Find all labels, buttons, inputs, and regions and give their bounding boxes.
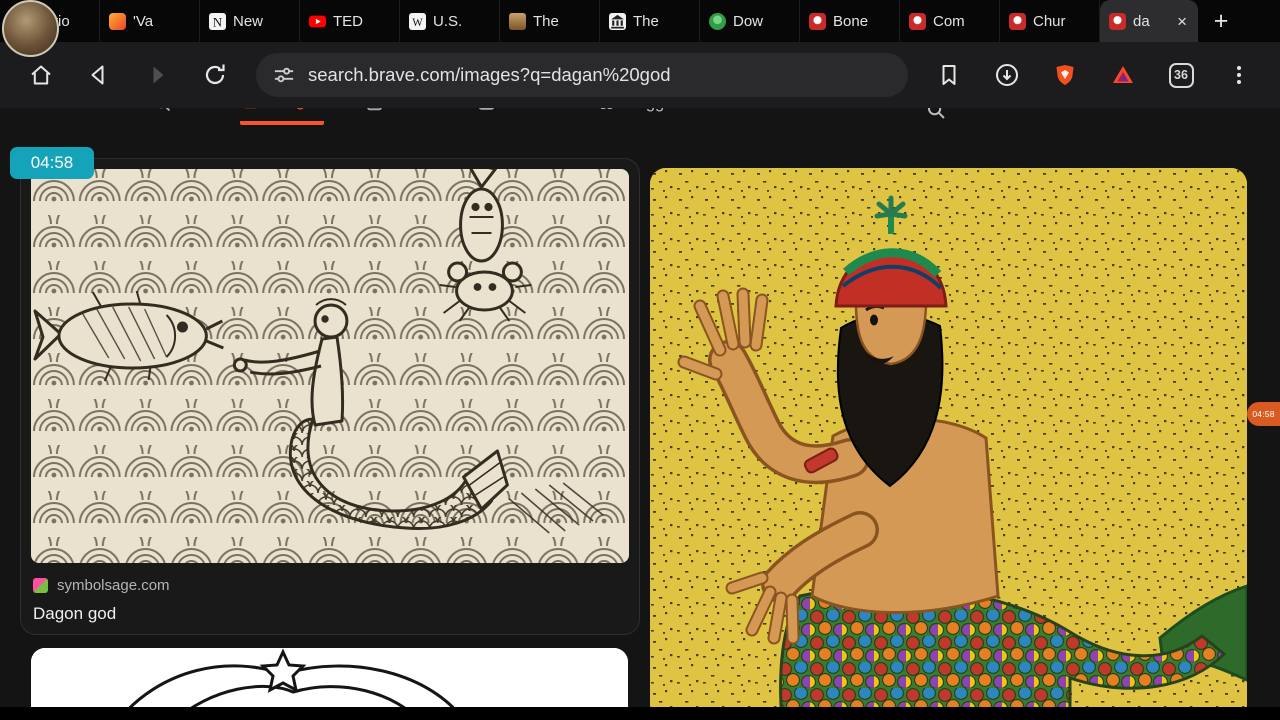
tab-label: Chur [1033, 12, 1066, 30]
tab-label: Com [933, 12, 965, 30]
youtube-favicon [309, 13, 326, 30]
result-card-footer: symbolsage.com Dagon god [33, 577, 627, 624]
tab-label: 'Va [133, 12, 154, 30]
tab-ted[interactable]: TED [300, 0, 400, 42]
reload-icon[interactable] [202, 62, 228, 88]
tab-label: Bone [833, 12, 869, 30]
tab-us[interactable]: W U.S. [400, 0, 500, 42]
tab-bone[interactable]: Bone [800, 0, 900, 42]
dagon-color-art [650, 168, 1247, 720]
bottom-black-bar [0, 707, 1280, 720]
recording-avatar [2, 0, 59, 57]
image-result-dagon-color[interactable] [650, 168, 1247, 720]
red-site-favicon [1109, 12, 1126, 30]
tab-label: U.S. [433, 12, 463, 30]
brave-rewards-icon[interactable] [1110, 62, 1136, 88]
result-source-row[interactable]: symbolsage.com [33, 577, 627, 594]
forward-icon[interactable] [144, 62, 170, 88]
tab-strip: Motio 'Va N New TED W U.S. The The Dow [0, 0, 1280, 42]
url-text: search.brave.com/images?q=dagan%20god [308, 64, 671, 85]
wikipedia-favicon: W [409, 12, 426, 30]
red-site-favicon [809, 12, 826, 30]
side-timer-badge: 04:58 [1247, 402, 1280, 426]
tab-label: New [233, 12, 264, 30]
green-site-favicon [709, 12, 726, 30]
bookmark-icon[interactable] [936, 62, 962, 88]
red-site-favicon [909, 12, 926, 30]
tab-va[interactable]: 'Va [100, 0, 200, 42]
browser-window: Motio 'Va N New TED W U.S. The The Dow [0, 0, 1280, 720]
tab-counter[interactable]: 36 [1168, 62, 1194, 88]
back-icon[interactable] [86, 62, 112, 88]
tune-icon [274, 67, 294, 83]
symbolsage-favicon [33, 578, 48, 593]
tab-label: da [1133, 12, 1150, 30]
new-tab-button[interactable]: + [1198, 0, 1244, 42]
tab-close-icon[interactable]: × [1175, 13, 1189, 30]
image-result-card-dagon[interactable]: symbolsage.com Dagon god [20, 158, 640, 635]
home-icon[interactable] [28, 62, 54, 88]
url-bar[interactable]: search.brave.com/images?q=dagan%20god [256, 53, 908, 97]
tab-com[interactable]: Com [900, 0, 1000, 42]
dagon-line-art [31, 169, 629, 563]
artwork-favicon [509, 12, 526, 30]
download-icon[interactable] [994, 62, 1020, 88]
tab-label: TED [333, 12, 363, 30]
tab-da-active[interactable]: da × [1100, 0, 1198, 42]
browser-toolbar: search.brave.com/images?q=dagan%20god 36 [0, 42, 1280, 108]
brave-shield-icon[interactable] [1052, 62, 1078, 88]
tab-label: Dow [733, 12, 764, 30]
tab-new[interactable]: N New [200, 0, 300, 42]
nyt-favicon: N [209, 12, 226, 30]
recording-timer-badge: 04:58 [10, 147, 94, 179]
museum-favicon [609, 12, 626, 30]
menu-icon[interactable] [1226, 62, 1252, 88]
result-source: symbolsage.com [57, 577, 170, 594]
tab-chur[interactable]: Chur [1000, 0, 1100, 42]
orange-site-favicon [109, 12, 126, 30]
tab-dow[interactable]: Dow [700, 0, 800, 42]
result-title[interactable]: Dagon god [33, 604, 627, 624]
tab-the-2[interactable]: The [600, 0, 700, 42]
tab-label: The [633, 12, 659, 30]
svg-text:N: N [213, 15, 222, 29]
result-image-dagon-drawing[interactable] [31, 169, 629, 563]
tab-label: The [533, 12, 559, 30]
tab-the-1[interactable]: The [500, 0, 600, 42]
svg-text:W: W [412, 16, 423, 28]
tab-count-value: 36 [1168, 62, 1194, 88]
red-site-favicon [1009, 12, 1026, 30]
